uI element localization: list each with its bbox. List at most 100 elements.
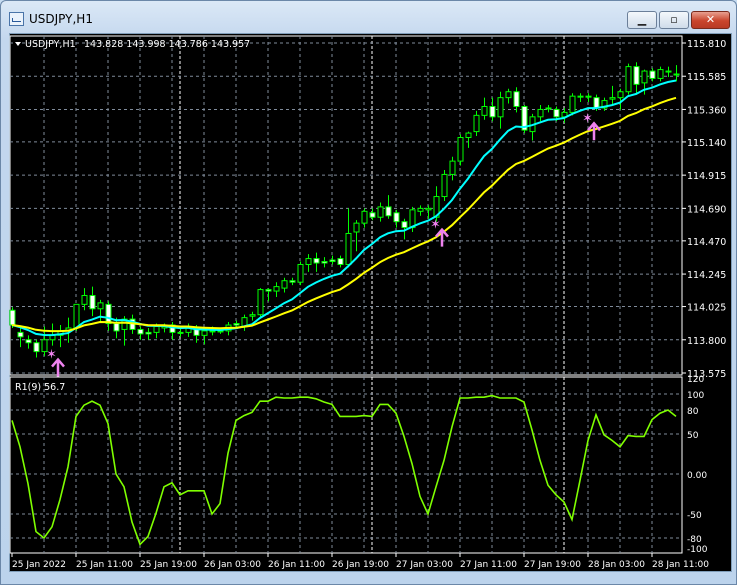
buy-signal: ✶ <box>46 348 65 377</box>
star-icon: ✶ <box>582 111 593 126</box>
candle-body-bull <box>673 73 680 76</box>
candle-body-bull <box>217 330 224 333</box>
candle <box>33 339 40 358</box>
candle-body-bear <box>401 221 408 229</box>
candle <box>393 209 400 228</box>
indicator-tick-label: -80 <box>687 535 702 545</box>
candle-body-bear <box>553 108 560 118</box>
candle <box>145 327 152 340</box>
candle-body-bull <box>617 91 624 99</box>
buy-signal: ✶ <box>430 218 449 247</box>
candle <box>265 288 272 302</box>
chart-canvas[interactable]: ✶ ✶ ✶ 115.810 115.585 115.360 115.140 114.915 1… <box>0 0 737 585</box>
price-tick-label: 114.915 <box>687 171 726 182</box>
price-tick-label: 115.140 <box>687 138 726 149</box>
candle-body-bear <box>89 294 96 310</box>
time-tick-label: 25 Jan 19:00 <box>140 560 197 570</box>
candle-body-bull <box>417 207 424 212</box>
candle-body-bull <box>577 95 584 98</box>
time-tick-label: 27 Jan 03:00 <box>396 560 453 570</box>
ohlc-readout: 143.828 143.998 143.786 143.957 <box>84 39 250 50</box>
price-tick-label: 115.585 <box>687 72 726 83</box>
indicator-tick-label: -100 <box>687 545 708 555</box>
indicator-tick-label: 50 <box>687 431 699 441</box>
price-tick-label: 114.470 <box>687 237 726 248</box>
candle-body-bear <box>17 331 24 338</box>
time-tick-label: 25 Jan 11:00 <box>76 560 133 570</box>
candle-body-bull <box>545 107 552 110</box>
candle <box>17 327 24 348</box>
candle <box>249 311 256 321</box>
candle-body-bull <box>305 258 312 265</box>
price-tick-label: 114.690 <box>687 204 726 215</box>
candle-body-bull <box>177 331 184 334</box>
candle-body-bull <box>249 314 256 317</box>
indicator-chart <box>11 394 677 546</box>
moving-average-fast <box>11 79 677 337</box>
symbol-label: USDJPY,H1 <box>25 39 76 50</box>
candle-body-bear <box>385 206 392 217</box>
price-panel-border <box>9 35 683 376</box>
candle-body-bull <box>641 70 648 84</box>
candle-body-bear <box>313 258 320 264</box>
candle <box>505 88 512 104</box>
price-tick-label: 115.810 <box>687 39 726 50</box>
candle <box>521 105 528 134</box>
candle <box>601 97 608 111</box>
candle <box>417 205 424 216</box>
candle <box>473 110 480 137</box>
candle <box>489 97 496 122</box>
candle-body-bull <box>505 91 512 99</box>
candle-body-bull <box>361 210 368 224</box>
time-tick-label: 26 Jan 03:00 <box>204 560 261 570</box>
price-tick-label: 115.360 <box>687 105 726 116</box>
candle-body-bull <box>425 207 432 211</box>
candle <box>273 282 280 297</box>
moving-average-slow <box>11 96 677 333</box>
candle <box>513 87 520 113</box>
candle-body-bear <box>9 309 16 326</box>
candle <box>257 288 264 318</box>
candle <box>665 66 672 77</box>
candle-body-bull <box>457 136 464 162</box>
candle-body-bull <box>473 114 480 133</box>
indicator-tick-label: 80 <box>687 407 699 417</box>
candle <box>441 169 448 201</box>
candle-body-bull <box>585 95 592 98</box>
candle <box>657 66 664 82</box>
candle-body-bull <box>97 302 104 310</box>
candle <box>25 335 32 349</box>
candle-body-bear <box>289 280 296 283</box>
candle-body-bull <box>497 97 504 118</box>
candle <box>137 326 144 340</box>
candle <box>529 113 536 141</box>
candle <box>305 254 312 272</box>
candle-body-bull <box>297 263 304 283</box>
candle-body-bull <box>537 108 544 118</box>
candle <box>361 208 368 228</box>
candle <box>313 252 320 272</box>
candle <box>105 301 112 331</box>
candle-body-bear <box>137 328 144 335</box>
star-icon: ✶ <box>430 218 441 233</box>
time-tick-label: 27 Jan 19:00 <box>524 560 581 570</box>
candle-body-bear <box>337 258 344 265</box>
time-tick-label: 26 Jan 19:00 <box>332 560 389 570</box>
indicator-label: R1(9) 56.7 <box>15 382 65 393</box>
indicator-tick-label: 120 <box>687 375 704 385</box>
candle <box>369 208 376 221</box>
candle-body-bear <box>489 105 496 118</box>
candle <box>633 62 640 94</box>
candle <box>585 93 592 103</box>
time-tick-label: 28 Jan 03:00 <box>588 560 645 570</box>
candle <box>617 88 624 110</box>
price-chart: ✶ ✶ ✶ <box>9 62 680 377</box>
indicator-tick-label: 100 <box>687 391 704 401</box>
candle <box>537 105 544 122</box>
candle-body-bear <box>329 259 336 263</box>
candle-body-bear <box>393 212 400 223</box>
dropdown-triangle-icon[interactable] <box>15 42 21 46</box>
star-icon: ✶ <box>46 348 57 363</box>
candle-body-bull <box>665 70 672 73</box>
candle-body-bull <box>73 303 80 329</box>
